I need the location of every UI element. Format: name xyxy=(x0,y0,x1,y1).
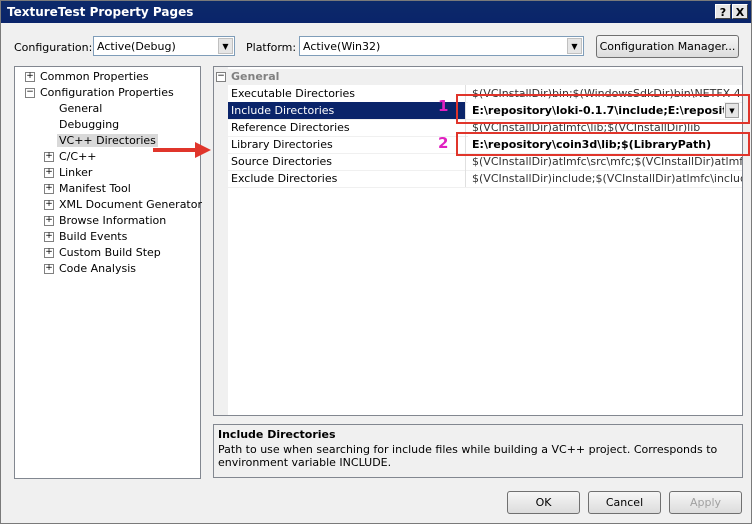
description-panel: Include Directories Path to use when sea… xyxy=(213,424,743,478)
tree-node-group[interactable]: + Build Events xyxy=(44,229,127,245)
chevron-down-icon[interactable]: ▼ xyxy=(218,38,233,54)
tree-node-label: Browse Information xyxy=(59,214,167,227)
tree-node-group[interactable]: + C/C++ xyxy=(44,149,97,165)
expand-plus-icon[interactable]: + xyxy=(44,264,54,274)
prop-name: Reference Directories xyxy=(228,119,466,136)
tree-node-group[interactable]: + Code Analysis xyxy=(44,261,136,277)
configuration-manager-button[interactable]: Configuration Manager... xyxy=(596,35,739,58)
expand-plus-icon[interactable]: + xyxy=(44,184,54,194)
expand-plus-icon[interactable]: + xyxy=(44,200,54,210)
cancel-button[interactable]: Cancel xyxy=(588,491,661,514)
window-title: TextureTest Property Pages xyxy=(7,5,194,19)
expand-plus-icon[interactable]: + xyxy=(44,152,54,162)
tree-node-group[interactable]: + XML Document Generator xyxy=(44,197,202,213)
platform-label: Platform: xyxy=(246,41,297,54)
tree-node-label: Common Properties xyxy=(40,70,149,83)
configuration-label: Configuration: xyxy=(14,41,93,54)
tree-node-label: General xyxy=(59,102,103,115)
tree-node-debugging[interactable]: Debugging xyxy=(59,117,119,133)
title-bar: TextureTest Property Pages ? X xyxy=(1,1,751,23)
highlight-box-library xyxy=(456,132,750,156)
platform-value: Active(Win32) xyxy=(303,40,381,53)
tree-node-label: Code Analysis xyxy=(59,262,136,275)
collapse-minus-icon[interactable]: − xyxy=(216,72,226,82)
tree-node-label: VC++ Directories xyxy=(57,134,158,147)
tree-node-label: Custom Build Step xyxy=(59,246,161,259)
prop-name: Executable Directories xyxy=(228,85,466,102)
prop-name: Library Directories xyxy=(228,136,466,153)
description-text: Path to use when searching for include f… xyxy=(218,443,718,469)
configuration-select[interactable]: Active(Debug) ▼ xyxy=(93,36,235,56)
expand-plus-icon[interactable]: + xyxy=(44,216,54,226)
tree-node-label: Configuration Properties xyxy=(40,86,174,99)
tree-node-label: Debugging xyxy=(59,118,120,131)
configuration-value: Active(Debug) xyxy=(97,40,176,53)
apply-button[interactable]: Apply xyxy=(669,491,742,514)
tree-node-label: C/C++ xyxy=(59,150,97,163)
description-title: Include Directories xyxy=(218,428,336,441)
tree-node-common-properties[interactable]: + Common Properties xyxy=(25,69,149,85)
tree-node-group[interactable]: + Browse Information xyxy=(44,213,166,229)
platform-select[interactable]: Active(Win32) ▼ xyxy=(299,36,584,56)
property-tree: + Common Properties − Configuration Prop… xyxy=(14,66,202,479)
expand-plus-icon[interactable]: + xyxy=(44,248,54,258)
annotation-number-1: 1 xyxy=(438,97,449,115)
prop-name: Exclude Directories xyxy=(228,170,466,187)
close-button[interactable]: X xyxy=(732,4,748,19)
prop-name: Source Directories xyxy=(228,153,466,170)
tree-node-label: Linker xyxy=(59,166,93,179)
prop-value: $(VCInstallDir)include;$(VCInstallDir)at… xyxy=(472,172,742,185)
red-arrow-icon xyxy=(153,142,211,158)
tree-node-group[interactable]: + Linker xyxy=(44,165,92,181)
grid-gutter xyxy=(214,67,228,415)
expand-plus-icon[interactable]: + xyxy=(44,168,54,178)
collapse-minus-icon[interactable]: − xyxy=(25,88,35,98)
annotation-number-2: 2 xyxy=(438,134,449,152)
property-pages-dialog: TextureTest Property Pages ? X Configura… xyxy=(0,0,752,524)
tree-node-group[interactable]: + Manifest Tool xyxy=(44,181,131,197)
prop-row-exclude-directories[interactable]: Exclude Directories $(VCInstallDir)inclu… xyxy=(228,170,742,188)
tree-node-configuration-properties[interactable]: − Configuration Properties xyxy=(25,85,174,101)
prop-name: Include Directories xyxy=(228,102,466,119)
tree-node-label: Manifest Tool xyxy=(59,182,131,195)
highlight-box-include xyxy=(456,94,750,124)
expand-plus-icon[interactable]: + xyxy=(44,232,54,242)
tree-node-label: XML Document Generator xyxy=(59,198,202,211)
tree-node-general[interactable]: General xyxy=(59,101,102,117)
ok-button[interactable]: OK xyxy=(507,491,580,514)
tree-node-label: Build Events xyxy=(59,230,128,243)
chevron-down-icon[interactable]: ▼ xyxy=(567,38,582,54)
expand-plus-icon[interactable]: + xyxy=(25,72,35,82)
tree-node-vc-directories[interactable]: VC++ Directories xyxy=(57,133,158,149)
help-button[interactable]: ? xyxy=(715,4,731,19)
tree-node-group[interactable]: + Custom Build Step xyxy=(44,245,161,261)
grid-category-general[interactable]: − General xyxy=(214,69,742,85)
category-label: General xyxy=(231,70,280,83)
